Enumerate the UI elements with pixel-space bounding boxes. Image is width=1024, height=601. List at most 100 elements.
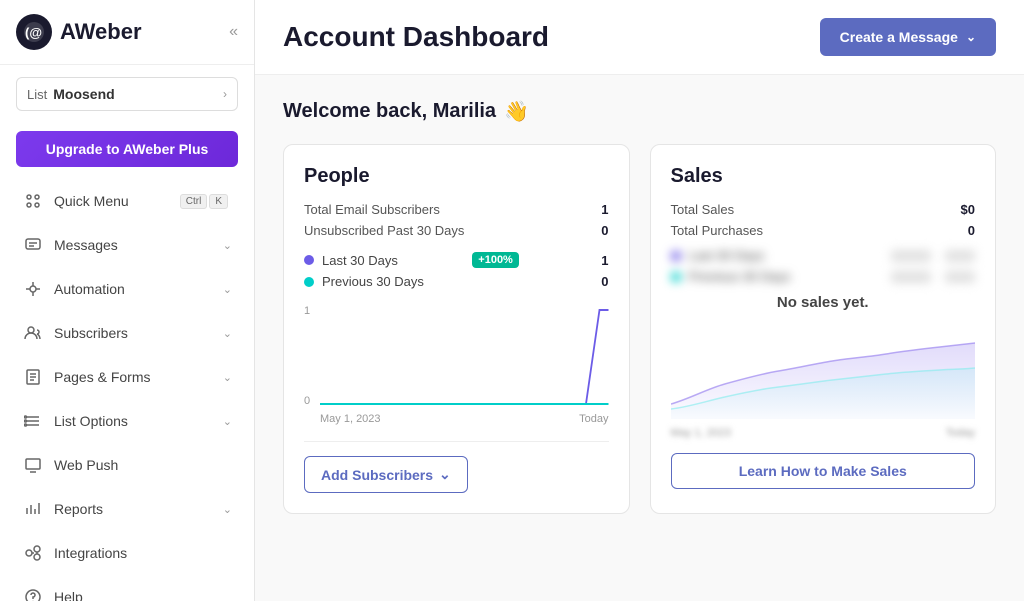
nav-label-web-push: Web Push — [54, 457, 232, 473]
sales-chart: May 1, 2023 Today — [671, 319, 976, 439]
growth-badge: +100% — [472, 252, 519, 268]
people-chart: 1 0 May 1, 2023 Today — [304, 305, 609, 425]
chart-x-labels: May 1, 2023 Today — [320, 413, 609, 425]
people-card-footer: Add Subscribers ⌄ — [304, 441, 609, 493]
quick-menu-icon — [22, 190, 44, 212]
sales-legend-item-1: Last 30 Days — [671, 248, 976, 263]
web-push-icon — [22, 454, 44, 476]
list-chevron-icon: › — [223, 87, 227, 101]
unsubscribed-value: 0 — [601, 223, 608, 238]
chevron-down-icon: ⌄ — [223, 239, 232, 252]
create-message-button[interactable]: Create a Message ⌄ — [820, 18, 996, 56]
nav-label-quick-menu: Quick Menu — [54, 193, 180, 209]
page-title: Account Dashboard — [283, 21, 549, 53]
nav-label-subscribers: Subscribers — [54, 325, 223, 341]
main-content: Account Dashboard Create a Message ⌄ Wel… — [255, 0, 1024, 601]
sidebar-item-quick-menu[interactable]: Quick Menu Ctrl K — [6, 180, 248, 222]
nav-label-help: Help — [54, 589, 232, 601]
list-name: Moosend — [53, 86, 223, 102]
integrations-icon — [22, 542, 44, 564]
chart-x-start: May 1, 2023 — [320, 413, 381, 425]
sidebar-item-integrations[interactable]: Integrations — [6, 532, 248, 574]
svg-text:(@: (@ — [25, 25, 42, 40]
sidebar-header: (@ AWeber « — [0, 0, 254, 65]
sidebar-item-pages-forms[interactable]: Pages & Forms ⌄ — [6, 356, 248, 398]
legend-dot-purple — [304, 255, 314, 265]
legend-dot-teal — [304, 277, 314, 287]
legend-label-last-30: Last 30 Days — [322, 253, 398, 268]
wave-emoji: 👋 — [504, 99, 529, 124]
sales-legend-dot-1 — [671, 251, 681, 261]
unsubscribed-row: Unsubscribed Past 30 Days 0 — [304, 223, 609, 238]
total-purchases-row: Total Purchases 0 — [671, 223, 976, 238]
sales-legend-item-2: Previous 30 Days — [671, 269, 976, 284]
total-sales-value: $0 — [961, 202, 975, 217]
subscribers-icon — [22, 322, 44, 344]
sales-card: Sales Total Sales $0 Total Purchases 0 L… — [650, 144, 997, 514]
no-sales-text: No sales yet. — [671, 294, 976, 311]
main-body: Welcome back, Marilia 👋 People Total Ema… — [255, 75, 1024, 601]
total-email-subscribers-label: Total Email Subscribers — [304, 202, 440, 217]
messages-icon — [22, 234, 44, 256]
sidebar-item-automation[interactable]: Automation ⌄ — [6, 268, 248, 310]
list-options-icon — [22, 410, 44, 432]
nav-label-automation: Automation — [54, 281, 223, 297]
sidebar-item-subscribers[interactable]: Subscribers ⌄ — [6, 312, 248, 354]
chevron-down-icon: ⌄ — [223, 415, 232, 428]
welcome-message: Welcome back, Marilia 👋 — [283, 99, 996, 124]
total-sales-label: Total Sales — [671, 202, 735, 217]
learn-how-to-make-sales-button[interactable]: Learn How to Make Sales — [671, 453, 976, 489]
help-icon — [22, 586, 44, 601]
automation-icon — [22, 278, 44, 300]
total-purchases-label: Total Purchases — [671, 223, 764, 238]
sales-chart-x-labels: May 1, 2023 Today — [671, 427, 976, 439]
nav-label-integrations: Integrations — [54, 545, 232, 561]
chevron-down-icon: ⌄ — [223, 503, 232, 516]
sales-legend-blurred: Last 30 Days Previous 30 Days — [671, 248, 976, 284]
people-card-title: People — [304, 165, 609, 188]
people-chart-svg — [320, 305, 609, 405]
aweber-logo-icon: (@ — [16, 14, 52, 50]
sales-legend-dot-2 — [671, 272, 681, 282]
sidebar: (@ AWeber « List Moosend › Upgrade to AW… — [0, 0, 255, 601]
legend-last-30-days: Last 30 Days +100% 1 — [304, 252, 609, 268]
nav-label-messages: Messages — [54, 237, 223, 253]
logo-text: AWeber — [60, 19, 142, 45]
chart-y-bottom: 0 — [304, 395, 310, 407]
nav-label-reports: Reports — [54, 501, 223, 517]
list-label: List — [27, 87, 47, 102]
sales-card-title: Sales — [671, 165, 976, 188]
unsubscribed-label: Unsubscribed Past 30 Days — [304, 223, 464, 238]
pages-forms-icon — [22, 366, 44, 388]
chart-y-top: 1 — [304, 305, 310, 317]
legend-previous-30-days: Previous 30 Days 0 — [304, 274, 609, 289]
create-button-chevron-icon: ⌄ — [966, 30, 976, 44]
chart-legend: Last 30 Days +100% 1 Previous 30 Days 0 — [304, 252, 609, 289]
chart-x-end: Today — [579, 413, 608, 425]
add-subscribers-button[interactable]: Add Subscribers ⌄ — [304, 456, 468, 493]
legend-label-prev-30: Previous 30 Days — [322, 274, 424, 289]
cards-row: People Total Email Subscribers 1 Unsubsc… — [283, 144, 996, 514]
sales-chart-svg — [671, 319, 976, 419]
main-header: Account Dashboard Create a Message ⌄ — [255, 0, 1024, 75]
nav-label-list-options: List Options — [54, 413, 223, 429]
legend-val-last-30: 1 — [601, 253, 608, 268]
sidebar-item-web-push[interactable]: Web Push — [6, 444, 248, 486]
chevron-down-icon: ⌄ — [223, 283, 232, 296]
chevron-down-icon: ⌄ — [223, 327, 232, 340]
logo: (@ AWeber — [16, 14, 142, 50]
sidebar-item-reports[interactable]: Reports ⌄ — [6, 488, 248, 530]
add-subscribers-chevron-icon: ⌄ — [439, 466, 451, 483]
sidebar-item-messages[interactable]: Messages ⌄ — [6, 224, 248, 266]
sidebar-item-help[interactable]: Help — [6, 576, 248, 601]
people-card: People Total Email Subscribers 1 Unsubsc… — [283, 144, 630, 514]
total-email-subscribers-row: Total Email Subscribers 1 — [304, 202, 609, 217]
sidebar-item-list-options[interactable]: List Options ⌄ — [6, 400, 248, 442]
upgrade-button[interactable]: Upgrade to AWeber Plus — [16, 131, 238, 167]
list-selector[interactable]: List Moosend › — [16, 77, 238, 111]
chevron-down-icon: ⌄ — [223, 371, 232, 384]
collapse-sidebar-button[interactable]: « — [229, 23, 238, 41]
legend-val-prev-30: 0 — [601, 274, 608, 289]
nav-label-pages-forms: Pages & Forms — [54, 369, 223, 385]
total-purchases-value: 0 — [968, 223, 975, 238]
